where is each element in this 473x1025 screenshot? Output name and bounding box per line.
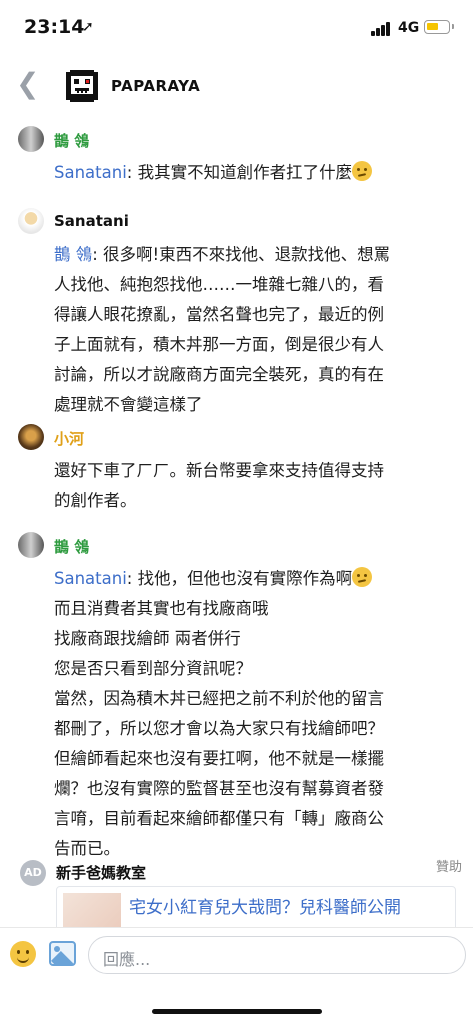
page-title: PAPARAYA [111,77,201,95]
status-time: 23:14 [24,16,85,38]
ad-badge: AD [20,860,46,886]
comment-text: Sanatani: 我其實不知道創作者扛了什麼 [54,158,449,188]
avatar[interactable] [18,208,44,234]
username[interactable]: Sanatani [54,212,129,230]
comment-text: 鵲 鴒: 很多啊!東西不來找他、退款找他、想罵 人找他、純抱怨找他……一堆雜七雜… [54,245,391,414]
avatar[interactable] [18,126,44,152]
thinking-face-icon [352,567,373,587]
comment-text: Sanatani: 找他，但他也沒有實際作為啊 而且消費者其實也有找廠商哦 找廠… [54,567,384,858]
advertiser-name[interactable]: 新手爸媽教室 [56,862,146,883]
mention-link[interactable]: Sanatani [54,163,127,182]
sponsored-label: 贊助 [436,860,463,875]
paparaya-logo-icon [66,70,98,102]
battery-icon [424,20,454,34]
location-arrow-icon: ➚ [82,19,94,35]
mention-link[interactable]: 鵲 鴒 [54,245,92,264]
signal-icon [371,22,393,36]
username[interactable]: 小河 [54,428,84,449]
image-upload-icon[interactable] [49,941,76,966]
username[interactable]: 鵲 鴒 [54,130,89,151]
ad-title[interactable]: 宅女小紅育兒大哉問？兒科醫師公開 [129,893,401,918]
composer-bar: 回應... [0,927,473,1025]
avatar[interactable] [18,532,44,558]
header: ❮ PAPARAYA [0,58,473,114]
avatar[interactable] [18,424,44,450]
reply-input[interactable]: 回應... [88,936,466,974]
comment-text: 還好下車了ㄏㄏ。新台幣要拿來支持值得支持 的創作者。 [54,461,384,510]
emoji-picker-icon[interactable] [10,941,36,967]
username[interactable]: 鵲 鴒 [54,536,89,557]
network-type: 4G [398,20,420,36]
thinking-face-icon [352,161,373,181]
status-bar: 23:14 ➚ 4G [0,0,473,58]
home-indicator [152,1009,322,1014]
mention-link[interactable]: Sanatani [54,569,127,588]
back-chevron-icon[interactable]: ❮ [16,70,39,98]
